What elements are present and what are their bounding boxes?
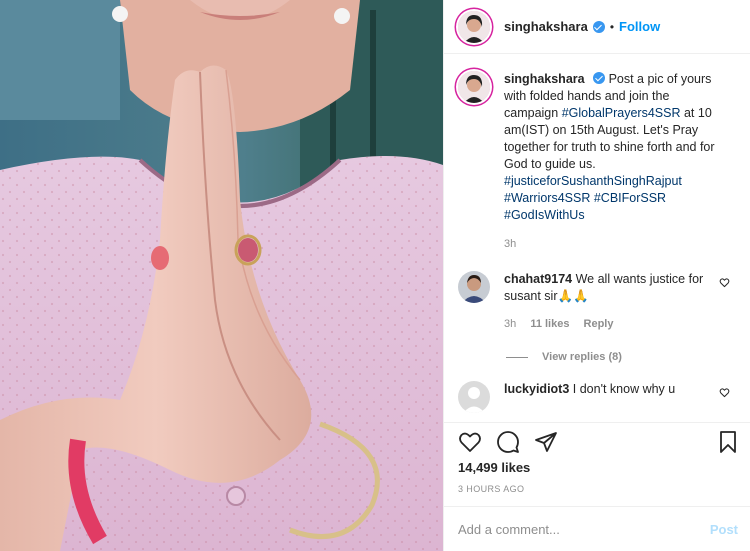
heart-icon[interactable] [458, 430, 482, 454]
avatar-image [458, 10, 490, 43]
comment-likes[interactable]: 11 likes [530, 318, 569, 330]
post-actions [444, 422, 750, 456]
comment-username[interactable]: luckyidiot3 [504, 382, 569, 396]
instagram-post-modal: singhakshara • Follow singhakshara Post … [0, 0, 750, 551]
post-header: singhakshara • Follow [444, 0, 750, 54]
hashtag-link[interactable]: #GodIsWithUs [504, 208, 585, 222]
hashtag-link[interactable]: #GlobalPrayers4SSR [562, 106, 681, 120]
praying-hands-image [0, 0, 443, 551]
caption-time[interactable]: 3h [504, 236, 724, 253]
reply-button[interactable]: Reply [584, 318, 614, 330]
comment-meta: 3h 11 likes Reply [504, 316, 704, 333]
author-username[interactable]: singhakshara [504, 19, 588, 34]
caption-text: singhakshara Post a pic of yours with fo… [504, 71, 724, 253]
follow-button[interactable]: Follow [619, 19, 660, 34]
hashtag-link[interactable]: #Warriors4SSR [504, 191, 590, 205]
view-replies-label: View replies (8) [542, 351, 622, 363]
post-photo[interactable] [0, 0, 443, 551]
comment-username[interactable]: chahat9174 [504, 272, 572, 286]
hashtag-link[interactable]: #justiceforSushanthSinghRajput [504, 174, 682, 188]
verified-badge-icon [593, 72, 606, 84]
add-comment-input[interactable] [458, 521, 710, 537]
bookmark-icon[interactable] [716, 430, 740, 454]
author-avatar[interactable] [458, 10, 490, 43]
comment-body: luckyidiot3 I don't know why u [504, 381, 704, 413]
likes-count[interactable]: 14,499 likes [458, 460, 530, 475]
post-details-pane: singhakshara • Follow singhakshara Post … [443, 0, 750, 551]
comment-item: luckyidiot3 I don't know why u [444, 381, 750, 413]
comment-item: chahat9174 We all wants justice for susa… [444, 271, 750, 333]
comment-like-heart-icon[interactable] [719, 387, 730, 398]
add-comment-bar: Post [444, 506, 750, 551]
avatar-image [458, 71, 490, 103]
caption-avatar[interactable] [458, 71, 490, 103]
comment-text: I don't know why u [572, 382, 676, 396]
avatar-image [458, 381, 490, 413]
separator-dot: • [609, 19, 615, 34]
commenter-avatar[interactable] [458, 271, 490, 303]
comment-body: chahat9174 We all wants justice for susa… [504, 271, 704, 333]
view-replies-toggle[interactable]: View replies (8) [506, 351, 750, 363]
caption: singhakshara Post a pic of yours with fo… [444, 55, 750, 253]
comment-like-heart-icon[interactable] [719, 277, 730, 288]
comment-time[interactable]: 3h [504, 318, 516, 330]
share-icon[interactable] [534, 430, 558, 454]
verified-badge-icon [592, 20, 605, 33]
post-comment-button[interactable]: Post [710, 522, 738, 537]
avatar-image [458, 271, 490, 303]
hashtag-link[interactable]: #CBIForSSR [594, 191, 666, 205]
commenter-avatar[interactable] [458, 381, 490, 413]
caption-username[interactable]: singhakshara [504, 72, 585, 86]
replies-line [506, 356, 528, 358]
comment-icon[interactable] [496, 430, 520, 454]
actions-spacer [572, 430, 716, 456]
post-timestamp[interactable]: 3 HOURS AGO [458, 484, 524, 494]
comments-scroll-area[interactable]: singhakshara Post a pic of yours with fo… [444, 55, 750, 422]
